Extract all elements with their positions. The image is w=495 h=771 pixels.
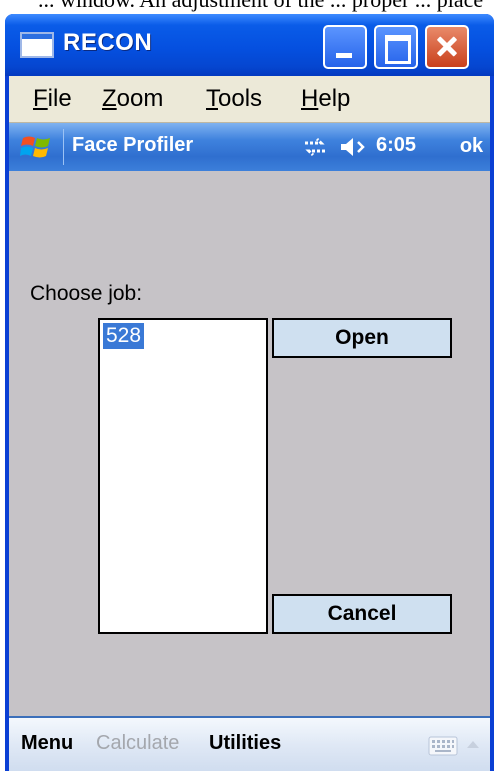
minimize-button[interactable] — [323, 25, 367, 69]
app-window-icon — [20, 32, 54, 58]
up-arrow-icon[interactable] — [465, 738, 481, 750]
menu-zoom[interactable]: Zoom — [102, 85, 163, 113]
background-document-strip: ... window. An adjustment of the ... pro… — [0, 0, 495, 14]
menu-zoom-mnemonic: Z — [102, 85, 117, 112]
list-item[interactable]: 528 — [103, 323, 145, 349]
menu-bar: File Zoom Tools Help — [9, 76, 490, 123]
menu-file[interactable]: File — [33, 85, 72, 113]
job-listbox[interactable]: 528 — [98, 318, 268, 634]
client-area: File Zoom Tools Help Face Profiler 6:05 … — [9, 76, 490, 771]
recon-window: RECON File Zoom Tools Help Face Profiler — [5, 14, 494, 771]
speaker-icon[interactable] — [339, 135, 369, 159]
menu-tools-label: ools — [218, 85, 263, 112]
device-app-title: Face Profiler — [72, 134, 194, 156]
menu-help-mnemonic: H — [301, 85, 319, 112]
menu-file-mnemonic: F — [33, 85, 48, 112]
calculate-softkey[interactable]: Calculate — [96, 732, 179, 755]
windows-flag-icon[interactable] — [20, 132, 52, 162]
maximize-button[interactable] — [374, 25, 418, 69]
menu-help-label: elp — [318, 85, 351, 112]
menu-zoom-label: oom — [116, 85, 164, 112]
background-document-text: ... window. An adjustment of the ... pro… — [38, 0, 495, 14]
menu-help[interactable]: Help — [301, 85, 350, 113]
menu-softkey[interactable]: Menu — [21, 732, 73, 755]
ok-button[interactable]: ok — [455, 130, 488, 163]
menu-tools[interactable]: Tools — [206, 85, 262, 113]
softkey-bar: Menu Calculate Utilities — [9, 716, 490, 771]
menu-tools-mnemonic: T — [206, 85, 218, 112]
sync-icon[interactable] — [301, 135, 329, 159]
cancel-button[interactable]: Cancel — [272, 594, 452, 634]
choose-job-label: Choose job: — [30, 282, 143, 305]
clock-time[interactable]: 6:05 — [376, 134, 416, 157]
title-separator — [63, 129, 64, 165]
device-title-bar: Face Profiler 6:05 ok — [9, 123, 490, 171]
title-bar[interactable]: RECON — [5, 14, 494, 76]
menu-file-label: ile — [47, 85, 72, 112]
keyboard-icon[interactable] — [428, 736, 458, 756]
open-button[interactable]: Open — [272, 318, 452, 358]
close-button[interactable] — [425, 25, 469, 69]
window-title: RECON — [63, 29, 153, 56]
utilities-softkey[interactable]: Utilities — [209, 732, 281, 755]
